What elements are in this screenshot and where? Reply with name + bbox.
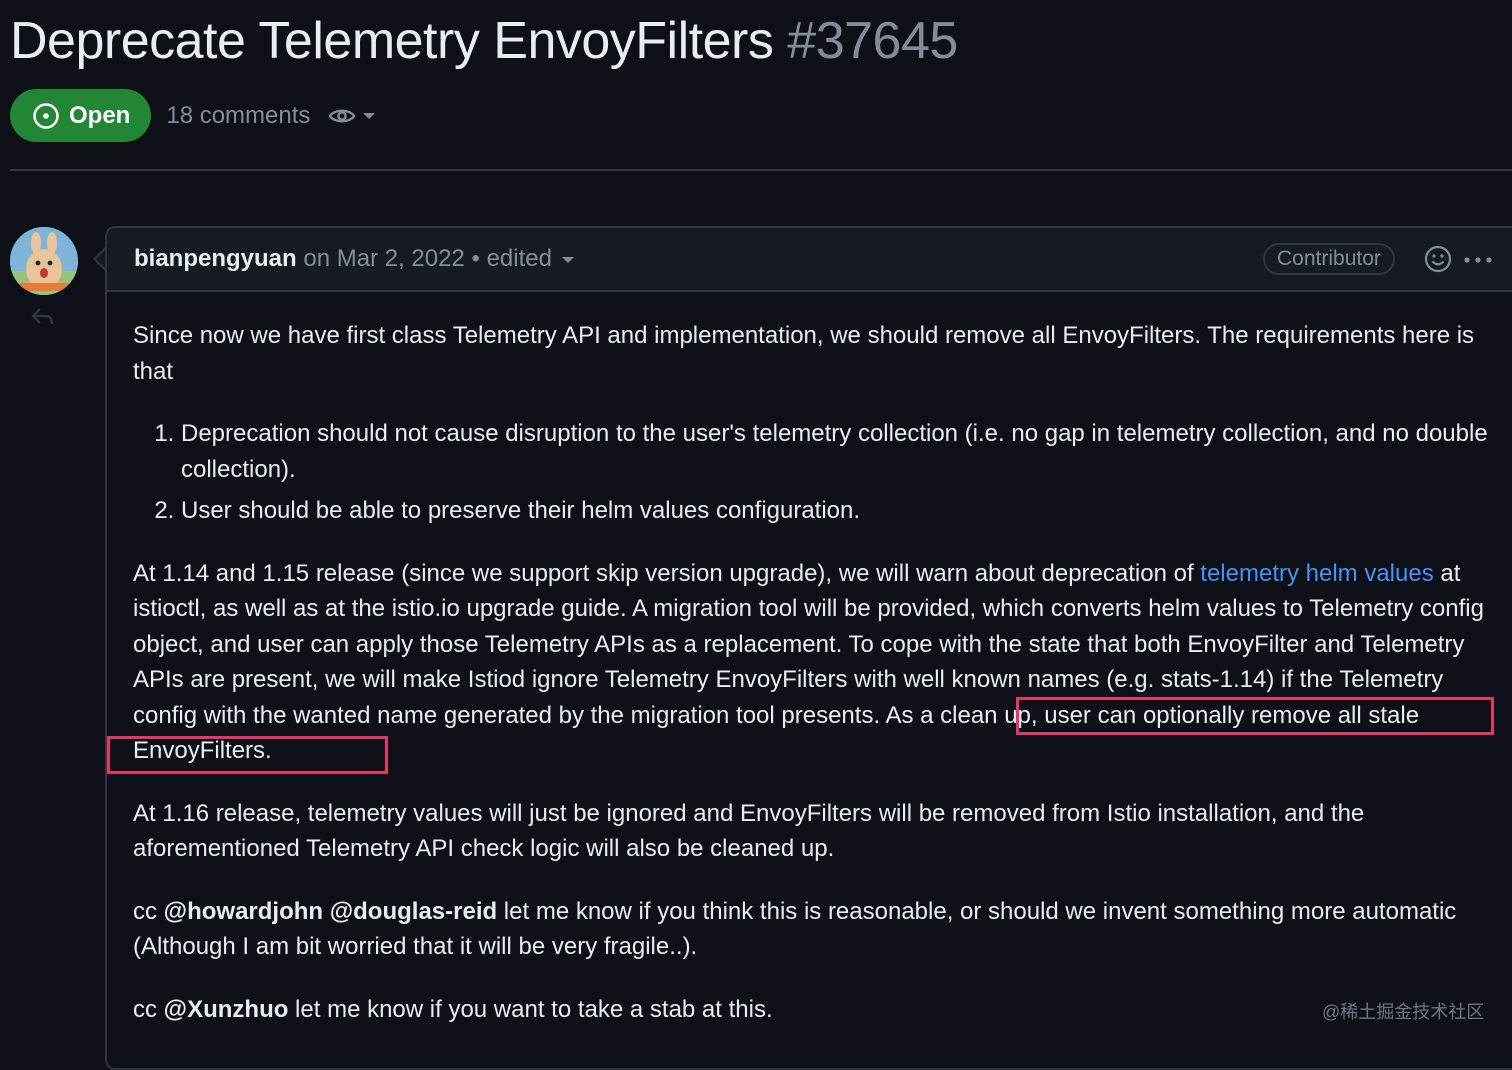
- edited-label: edited: [486, 245, 552, 272]
- chevron-down-icon: [363, 112, 376, 119]
- contributor-label: Contributor: [1277, 247, 1381, 270]
- cc-prefix: cc: [133, 995, 164, 1023]
- comment-author[interactable]: bianpengyuan: [134, 245, 297, 273]
- chevron-down-icon: [561, 257, 574, 263]
- comment-body: Since now we have first class Telemetry …: [133, 318, 1503, 1054]
- requirements-list: Deprecation should not cause disruption …: [133, 416, 1503, 529]
- avatar-image: [10, 227, 78, 295]
- comment-date[interactable]: Mar 2, 2022: [337, 245, 465, 273]
- kebab-horizontal-icon[interactable]: [1463, 256, 1493, 264]
- highlight-box: [107, 736, 388, 774]
- watch-dropdown[interactable]: [328, 106, 376, 126]
- status-badge: Open: [10, 89, 152, 142]
- contributor-badge: Contributor: [1263, 243, 1395, 275]
- smiley-icon[interactable]: [1423, 244, 1453, 274]
- comment-paragraph-cc2: cc @Xunzhuo let me know if you want to t…: [133, 992, 1503, 1028]
- status-label: Open: [69, 101, 131, 129]
- list-item: Deprecation should not cause disruption …: [181, 416, 1503, 487]
- issue-open-icon: [33, 102, 59, 129]
- issue-number: #37645: [787, 12, 958, 70]
- eye-icon: [329, 109, 356, 122]
- header-divider: [10, 169, 1512, 171]
- comment-paragraph-cc: cc @howardjohn @douglas-reid let me know…: [133, 894, 1503, 965]
- avatar[interactable]: [10, 227, 78, 295]
- paragraph-text: At 1.14 and 1.15 release (since we suppo…: [133, 559, 1201, 587]
- telemetry-helm-values-link[interactable]: telemetry helm values: [1200, 560, 1433, 587]
- mention-link[interactable]: @howardjohn @douglas-reid: [164, 898, 497, 925]
- issue-meta: Open 18 comments: [10, 89, 376, 142]
- issue-title: Deprecate Telemetry EnvoyFilters #37645: [10, 8, 958, 74]
- comments-count[interactable]: 18 comments: [166, 102, 310, 130]
- list-item: User should be able to preserve their he…: [181, 493, 1503, 529]
- comment-header: bianpengyuan on Mar 2, 2022 • edited Con…: [107, 228, 1512, 292]
- comment-intro: Since now we have first class Telemetry …: [133, 322, 1475, 385]
- edited-dropdown[interactable]: edited: [487, 245, 580, 273]
- issue-title-text: Deprecate Telemetry EnvoyFilters: [10, 12, 774, 70]
- reply-icon[interactable]: [30, 306, 56, 328]
- comment-separator: •: [471, 245, 480, 272]
- watermark: @稀土掘金技术社区: [1322, 1002, 1485, 1022]
- comment-paragraph-116: At 1.16 release, telemetry values will j…: [133, 799, 1365, 863]
- mention-link[interactable]: @Xunzhuo: [164, 996, 289, 1023]
- cc-prefix: cc: [133, 897, 164, 925]
- paragraph-text: let me know if you want to take a stab a…: [288, 995, 773, 1023]
- comment-on: on: [303, 245, 331, 272]
- highlight-box: [1016, 697, 1494, 735]
